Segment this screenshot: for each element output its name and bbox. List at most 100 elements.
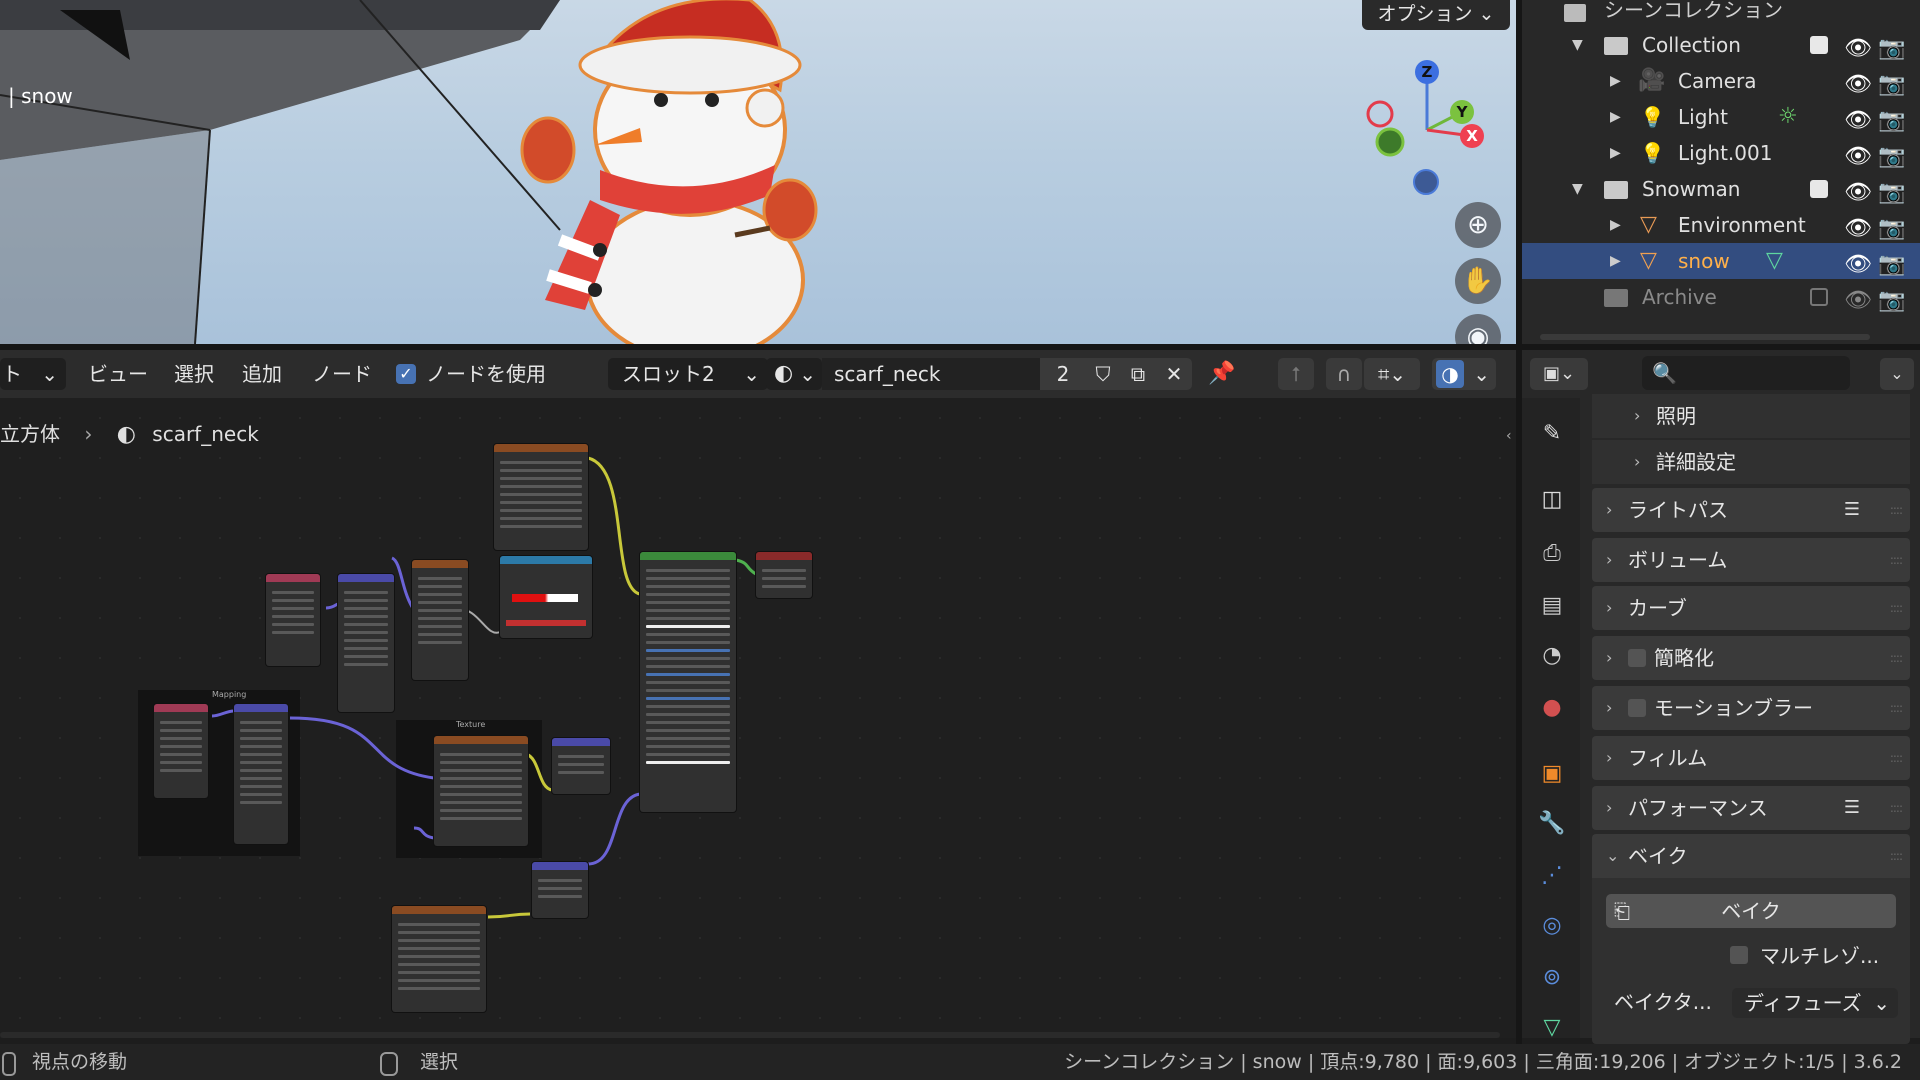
- outliner-scrollbar[interactable]: [1540, 334, 1870, 340]
- drag-grip-icon[interactable]: ::::: [1890, 538, 1903, 582]
- render-properties-icon[interactable]: ◫: [1538, 486, 1566, 514]
- node-bump[interactable]: [552, 738, 610, 794]
- menu-select[interactable]: 選択: [174, 358, 214, 390]
- simplify-checkbox[interactable]: [1628, 649, 1646, 667]
- use-nodes-checkbox[interactable]: ✓: [396, 364, 416, 384]
- panel-light-paths[interactable]: › ライトパス ☰ ::::: [1592, 488, 1910, 532]
- render-camera-icon[interactable]: 📷: [1878, 67, 1905, 103]
- scene-properties-icon[interactable]: ◔: [1538, 642, 1566, 670]
- outliner-row-light-001[interactable]: ▶ 💡 Light.001 👁 📷: [1522, 135, 1920, 171]
- node-texture-coordinate[interactable]: [266, 574, 320, 666]
- pan-hand-icon[interactable]: ✋: [1455, 258, 1501, 304]
- motion-blur-checkbox[interactable]: [1628, 699, 1646, 717]
- expand-down-icon[interactable]: ▼: [1572, 171, 1583, 207]
- parent-node-tree-icon[interactable]: ⭡: [1278, 358, 1314, 390]
- expand-right-icon[interactable]: ▶: [1610, 63, 1621, 99]
- render-camera-icon[interactable]: 📷: [1878, 139, 1905, 175]
- panel-film[interactable]: › フィルム ::::: [1592, 736, 1910, 780]
- node-image-texture[interactable]: [494, 444, 588, 550]
- mesh-data-icon[interactable]: ▽: [1766, 249, 1790, 273]
- 3d-viewport[interactable]: オプション ⌄ | snow Z Y X ⊕ ✋ ◉: [0, 0, 1516, 344]
- node-principled-bsdf[interactable]: [640, 552, 736, 812]
- exclude-checkbox[interactable]: [1810, 180, 1828, 198]
- node-editor-canvas[interactable]: Mapping Texture ‹: [0, 398, 1516, 1038]
- outliner-row-environment[interactable]: ▶ ▽ Environment 👁 📷: [1522, 207, 1920, 243]
- visibility-eye-icon[interactable]: 👁: [1844, 175, 1872, 211]
- node-canvas-scrollbar[interactable]: [0, 1032, 1500, 1038]
- snap-mode-grid-icon[interactable]: ⌗⌄: [1364, 358, 1420, 390]
- node-image-texture-2[interactable]: [392, 906, 486, 1012]
- duplicate-material-icon[interactable]: ⧉: [1120, 358, 1156, 390]
- physics-icon[interactable]: ◎: [1538, 912, 1566, 940]
- drag-grip-icon[interactable]: ::::: [1890, 834, 1903, 878]
- render-camera-icon[interactable]: 📷: [1878, 31, 1905, 67]
- visibility-eye-icon[interactable]: 👁: [1844, 247, 1872, 283]
- unlink-close-icon[interactable]: ✕: [1156, 358, 1192, 390]
- drag-grip-icon[interactable]: ::::: [1890, 636, 1903, 680]
- sun-light-data-icon[interactable]: ☼: [1778, 105, 1802, 129]
- render-camera-icon[interactable]: 📷: [1878, 103, 1905, 139]
- subpanel-lighting[interactable]: › 照明: [1592, 394, 1910, 438]
- snap-magnet-icon[interactable]: ∩: [1326, 358, 1362, 390]
- visibility-eye-icon[interactable]: 👁: [1844, 31, 1872, 67]
- exclude-checkbox[interactable]: [1810, 36, 1828, 54]
- constraints-icon[interactable]: ⊚: [1538, 964, 1566, 992]
- node-normal-map[interactable]: [532, 862, 588, 918]
- editor-type-dropdown[interactable]: ▣⌄: [1530, 358, 1588, 390]
- properties-search-input[interactable]: 🔍: [1642, 356, 1850, 390]
- render-camera-icon[interactable]: 📷: [1878, 175, 1905, 211]
- zoom-icon[interactable]: ⊕: [1455, 202, 1501, 248]
- outliner-row-snow[interactable]: ▶ ▽ snow ▽ 👁 📷: [1522, 243, 1920, 279]
- drag-grip-icon[interactable]: ::::: [1890, 488, 1903, 532]
- presets-list-icon[interactable]: ☰: [1844, 488, 1860, 532]
- visibility-eye-icon[interactable]: 👁: [1844, 211, 1872, 247]
- sidebar-toggle-icon[interactable]: ‹: [1506, 428, 1512, 444]
- outliner-row-collection[interactable]: ▼ Collection 👁 📷: [1522, 27, 1920, 63]
- material-users-count[interactable]: 2: [1040, 358, 1086, 390]
- outliner-scene-collection[interactable]: シーンコレクション: [1522, 0, 1920, 28]
- expand-right-icon[interactable]: ▶: [1610, 99, 1621, 135]
- outliner-row-light[interactable]: ▶ 💡 Light ☼ 👁 📷: [1522, 99, 1920, 135]
- node-material-output[interactable]: [756, 552, 812, 598]
- material-name-field[interactable]: scarf_neck: [822, 358, 1052, 390]
- bake-button[interactable]: ⎗ ベイク: [1606, 894, 1896, 928]
- viewport-options-dropdown[interactable]: オプション ⌄: [1362, 0, 1510, 30]
- node-mapping-2[interactable]: [234, 704, 288, 844]
- modifier-wrench-icon[interactable]: 🔧: [1538, 810, 1566, 838]
- expand-right-icon[interactable]: ▶: [1610, 135, 1621, 171]
- multires-checkbox[interactable]: [1730, 946, 1748, 964]
- outliner-row-snowman[interactable]: ▼ Snowman 👁 📷: [1522, 171, 1920, 207]
- expand-right-icon[interactable]: ▶: [1610, 243, 1621, 279]
- expand-down-icon[interactable]: ▼: [1572, 27, 1583, 63]
- view-layer-icon[interactable]: ▤: [1538, 592, 1566, 620]
- drag-grip-icon[interactable]: ::::: [1890, 786, 1903, 830]
- visibility-eye-icon[interactable]: 👁: [1844, 283, 1872, 319]
- output-printer-icon[interactable]: ⎙: [1538, 540, 1566, 568]
- bake-type-dropdown[interactable]: ディフューズ ⌄: [1732, 988, 1898, 1018]
- drag-grip-icon[interactable]: ::::: [1890, 586, 1903, 630]
- menu-view[interactable]: ビュー: [88, 358, 148, 390]
- overlay-dropdown[interactable]: ◑ ⌄: [1432, 358, 1496, 390]
- node-texture-coordinate-2[interactable]: [154, 704, 208, 798]
- visibility-eye-icon[interactable]: 👁: [1844, 67, 1872, 103]
- node-brick-texture[interactable]: [412, 560, 468, 680]
- panel-curves[interactable]: › カーブ ::::: [1592, 586, 1910, 630]
- visibility-eye-icon[interactable]: 👁: [1844, 139, 1872, 175]
- panel-motion-blur[interactable]: › モーションブラー ::::: [1592, 686, 1910, 730]
- visibility-eye-icon[interactable]: 👁: [1844, 103, 1872, 139]
- exclude-checkbox[interactable]: [1810, 288, 1828, 306]
- outliner-row-archive[interactable]: Archive 👁 📷: [1522, 279, 1920, 315]
- node-mapping[interactable]: [338, 574, 394, 712]
- presets-list-icon[interactable]: ☰: [1844, 786, 1860, 830]
- object-properties-icon[interactable]: ▣: [1538, 760, 1566, 788]
- editor-mode-dropdown[interactable]: ト ⌄: [0, 358, 66, 390]
- outliner-row-camera[interactable]: ▶ 🎥 Camera 👁 📷: [1522, 63, 1920, 99]
- menu-node[interactable]: ノード: [312, 358, 372, 390]
- drag-grip-icon[interactable]: ::::: [1890, 686, 1903, 730]
- pin-icon[interactable]: 📌: [1208, 358, 1235, 390]
- panel-simplify[interactable]: › 簡略化 ::::: [1592, 636, 1910, 680]
- render-camera-icon[interactable]: 📷: [1878, 211, 1905, 247]
- panel-bake-header[interactable]: ⌄ ベイク ::::: [1592, 834, 1910, 878]
- render-camera-icon[interactable]: 📷: [1878, 247, 1905, 283]
- tool-settings-icon[interactable]: ✎: [1538, 420, 1566, 448]
